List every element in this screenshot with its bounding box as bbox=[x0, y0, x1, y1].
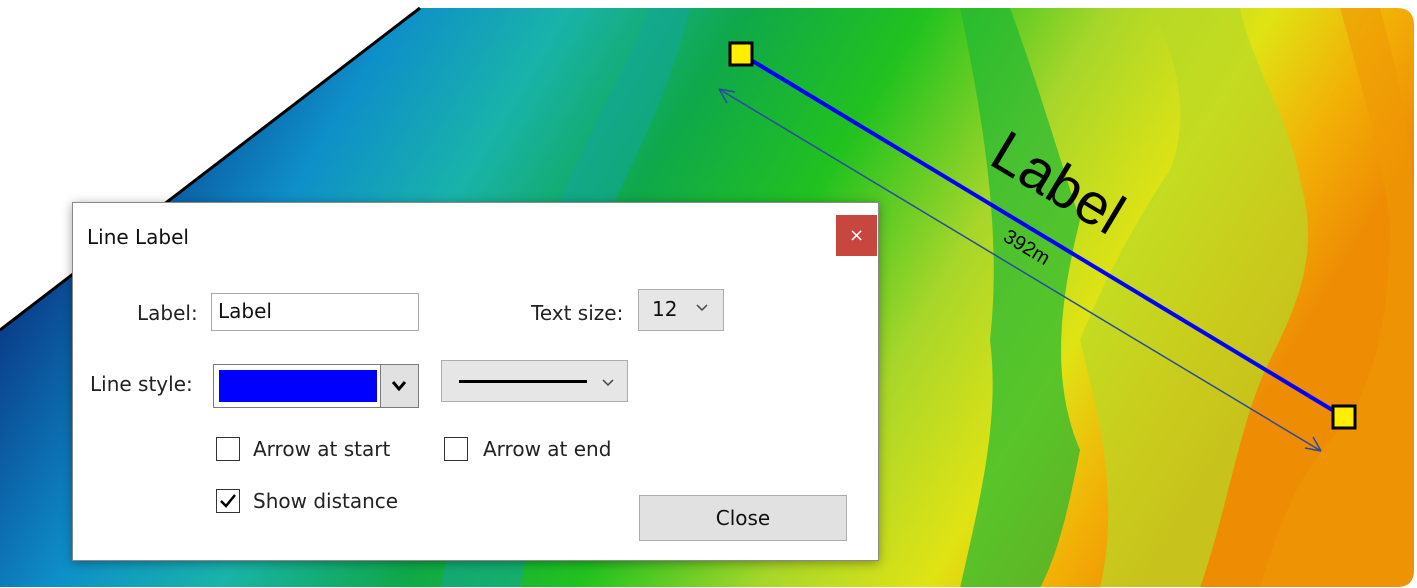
line-color-picker[interactable] bbox=[213, 364, 419, 408]
line-color-swatch bbox=[219, 370, 377, 402]
show-distance-checkbox[interactable] bbox=[216, 489, 240, 513]
chevron-down-icon bbox=[392, 381, 406, 391]
close-button[interactable]: Close bbox=[639, 495, 847, 541]
chevron-down-icon bbox=[696, 300, 708, 316]
text-size-value: 12 bbox=[652, 297, 678, 321]
line-label-dialog: Line Label × Label: Label Text size: 12 … bbox=[72, 202, 879, 561]
arrow-at-end-checkbox[interactable] bbox=[444, 437, 468, 461]
chevron-down-icon bbox=[602, 375, 614, 391]
checkmark-icon bbox=[220, 494, 236, 508]
line-pattern-select[interactable] bbox=[441, 360, 628, 402]
line-color-dropdown-button[interactable] bbox=[380, 365, 418, 407]
arrow-at-end-label[interactable]: Arrow at end bbox=[483, 437, 611, 461]
text-size-caption: Text size: bbox=[531, 301, 624, 325]
arrow-at-start-label[interactable]: Arrow at start bbox=[253, 437, 390, 461]
arrow-at-start-checkbox[interactable] bbox=[216, 437, 240, 461]
line-end-handle[interactable] bbox=[1331, 404, 1357, 430]
show-distance-label[interactable]: Show distance bbox=[253, 489, 398, 513]
label-input[interactable]: Label bbox=[211, 293, 419, 331]
solid-line-preview bbox=[459, 380, 587, 383]
label-caption: Label: bbox=[137, 301, 198, 325]
line-start-handle[interactable] bbox=[728, 41, 754, 67]
text-size-select[interactable]: 12 bbox=[638, 289, 724, 331]
dialog-title: Line Label bbox=[87, 225, 189, 249]
line-style-caption: Line style: bbox=[90, 372, 193, 396]
dialog-close-icon[interactable]: × bbox=[836, 215, 877, 256]
